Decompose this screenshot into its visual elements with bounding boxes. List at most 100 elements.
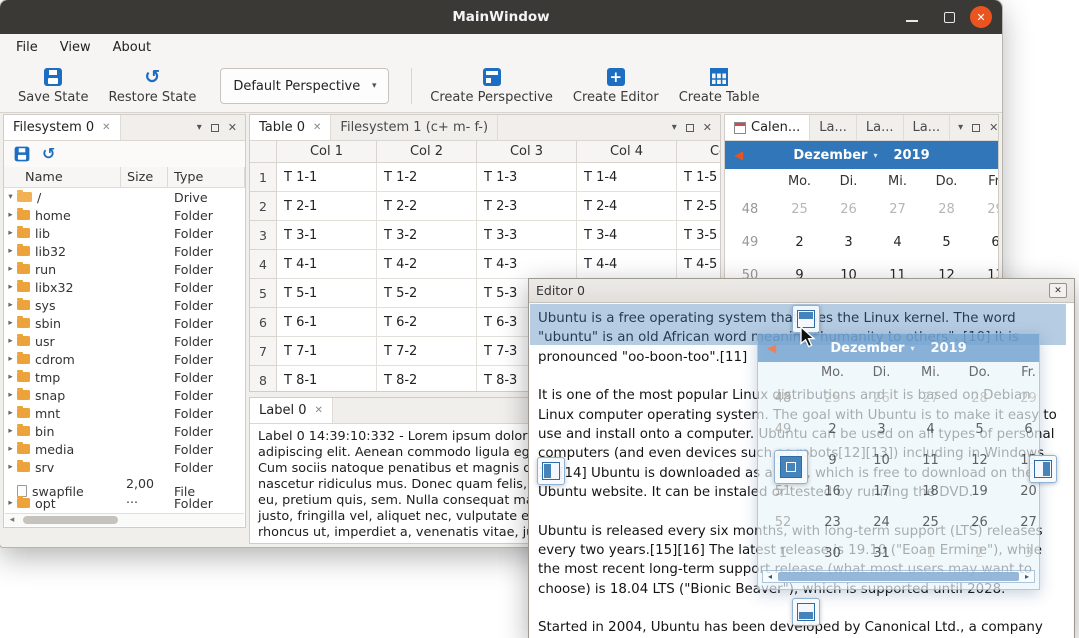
column-header-name[interactable]: Name xyxy=(4,167,121,187)
table-cell[interactable]: T 3-2 xyxy=(377,221,477,250)
table-cell[interactable]: T 4-4 xyxy=(577,250,677,279)
preview-horizontal-scrollbar[interactable]: ◂ ▸ xyxy=(762,570,1035,583)
menu-item-view[interactable]: View xyxy=(49,35,102,60)
maximize-button[interactable] xyxy=(944,12,955,23)
menu-item-about[interactable]: About xyxy=(102,35,162,60)
create-table-button[interactable]: Create Table xyxy=(669,64,770,108)
scroll-right-icon[interactable]: ▸ xyxy=(1020,571,1034,582)
table-cell[interactable]: T 2-2 xyxy=(377,192,477,221)
fs-row[interactable]: ▸sysFolder xyxy=(4,296,245,314)
calendar-day[interactable]: 25 xyxy=(775,202,824,217)
calendar-month[interactable]: Dezember xyxy=(793,148,867,163)
panel-menu-icon[interactable]: ▾ xyxy=(672,122,677,133)
calendar-day[interactable]: 2 xyxy=(775,235,824,250)
scrollbar-thumb[interactable] xyxy=(778,572,1019,581)
table-cell[interactable]: T 1-1 xyxy=(277,163,377,192)
save-state-button[interactable]: Save State xyxy=(8,64,98,108)
calendar-day[interactable]: 20 xyxy=(1004,484,1039,499)
calendar-day[interactable]: 29 xyxy=(1004,391,1039,406)
tab-calendar[interactable]: Calen... xyxy=(725,115,810,140)
calendar-day[interactable]: 27 xyxy=(1004,515,1039,530)
expand-caret[interactable]: ▸ xyxy=(4,498,17,508)
close-panel-icon[interactable]: ✕ xyxy=(228,121,237,134)
minimize-button[interactable] xyxy=(906,20,918,22)
calendar-day[interactable]: 2 xyxy=(808,422,857,437)
calendar-day[interactable]: 27 xyxy=(873,202,922,217)
table-cell[interactable]: T 3-5 xyxy=(677,221,721,250)
fs-row[interactable]: ▸libx32Folder xyxy=(4,278,245,296)
create-editor-button[interactable]: Create Editor xyxy=(563,64,669,108)
panel-menu-icon[interactable]: ▾ xyxy=(958,122,963,133)
table-cell[interactable]: T 5-1 xyxy=(277,279,377,308)
calendar-day[interactable]: 28 xyxy=(922,202,971,217)
perspective-select[interactable]: Default Perspective ▾ xyxy=(220,68,389,104)
table-cell[interactable]: T 1-3 xyxy=(477,163,577,192)
expand-caret[interactable]: ▸ xyxy=(4,246,17,256)
fs-row[interactable]: swapfile2,00 ...File xyxy=(4,476,245,494)
scroll-left-icon[interactable]: ◂ xyxy=(763,571,777,582)
calendar-year[interactable]: 2019 xyxy=(893,148,929,163)
horizontal-scrollbar[interactable]: ◂ xyxy=(5,513,244,526)
table-cell[interactable]: T 8-1 xyxy=(277,366,377,392)
fs-row[interactable]: ▸usrFolder xyxy=(4,332,245,350)
calendar-day[interactable]: 18 xyxy=(906,484,955,499)
calendar-day[interactable]: 17 xyxy=(857,484,906,499)
calendar-day[interactable]: 16 xyxy=(808,484,857,499)
fs-row[interactable]: ▸libFolder xyxy=(4,224,245,242)
tab-close-icon[interactable]: ✕ xyxy=(314,405,322,416)
row-number[interactable]: 7 xyxy=(250,337,277,366)
close-panel-icon[interactable]: ✕ xyxy=(989,121,998,134)
calendar-day[interactable]: 3 xyxy=(857,422,906,437)
fs-row[interactable]: ▸srvFolder xyxy=(4,458,245,476)
calendar-day[interactable]: 26 xyxy=(857,391,906,406)
table-cell[interactable]: T 1-4 xyxy=(577,163,677,192)
expand-caret[interactable]: ▸ xyxy=(4,426,17,436)
table-cell[interactable]: T 5-2 xyxy=(377,279,477,308)
table-cell[interactable]: T 4-2 xyxy=(377,250,477,279)
drop-indicator-bottom[interactable] xyxy=(792,598,820,626)
fs-row[interactable]: ▸lib32Folder xyxy=(4,242,245,260)
expand-caret[interactable]: ▸ xyxy=(4,318,17,328)
calendar-day[interactable]: 6 xyxy=(1004,422,1039,437)
tab-filesystem-1[interactable]: Filesystem 1 (c+ m- f-) xyxy=(331,115,498,140)
calendar-day[interactable]: 9 xyxy=(808,453,857,468)
calendar-day[interactable]: 19 xyxy=(955,484,1004,499)
row-number[interactable]: 3 xyxy=(250,221,277,250)
editor-titlebar[interactable]: Editor 0 ✕ xyxy=(529,279,1074,303)
expand-caret[interactable]: ▸ xyxy=(4,372,17,382)
row-number[interactable]: 8 xyxy=(250,366,277,392)
calendar-day[interactable]: 4 xyxy=(906,422,955,437)
tab-filesystem-0[interactable]: Filesystem 0 ✕ xyxy=(4,115,121,140)
table-cell[interactable]: T 2-5 xyxy=(677,192,721,221)
calendar-day[interactable]: 3 xyxy=(824,235,873,250)
table-cell[interactable]: T 2-3 xyxy=(477,192,577,221)
calendar-day[interactable]: 25 xyxy=(906,515,955,530)
table-cell[interactable]: T 4-1 xyxy=(277,250,377,279)
calendar-day[interactable]: 27 xyxy=(906,391,955,406)
column-header-type[interactable]: Type xyxy=(168,167,245,187)
table-col-header[interactable]: Col 2 xyxy=(377,141,477,162)
calendar-day[interactable]: 26 xyxy=(824,202,873,217)
fs-row[interactable]: ▸runFolder xyxy=(4,260,245,278)
table-cell[interactable]: T 4-3 xyxy=(477,250,577,279)
calendar-day[interactable]: 4 xyxy=(873,235,922,250)
table-cell[interactable]: T 4-5 xyxy=(677,250,721,279)
float-panel-icon[interactable] xyxy=(972,124,980,132)
previous-month-button[interactable]: ◀ xyxy=(734,148,743,162)
fs-row[interactable]: ▸tmpFolder xyxy=(4,368,245,386)
table-cell[interactable]: T 2-4 xyxy=(577,192,677,221)
calendar-day[interactable]: 1 xyxy=(906,546,955,561)
fs-row[interactable]: ▸binFolder xyxy=(4,422,245,440)
tab-table-0[interactable]: Table 0 ✕ xyxy=(250,115,331,140)
menu-item-file[interactable]: File xyxy=(5,35,49,60)
calendar-day[interactable]: 3 xyxy=(1004,546,1039,561)
calendar-day[interactable]: 30 xyxy=(808,546,857,561)
expand-caret[interactable]: ▸ xyxy=(4,408,17,418)
drop-indicator-left[interactable] xyxy=(537,457,565,485)
table-col-header[interactable]: Col 5 xyxy=(677,141,721,162)
drop-indicator-center[interactable] xyxy=(774,450,808,484)
table-cell[interactable]: T 1-2 xyxy=(377,163,477,192)
table-cell[interactable]: T 6-2 xyxy=(377,308,477,337)
fs-row[interactable]: ▸mntFolder xyxy=(4,404,245,422)
expand-caret[interactable]: ▸ xyxy=(4,354,17,364)
